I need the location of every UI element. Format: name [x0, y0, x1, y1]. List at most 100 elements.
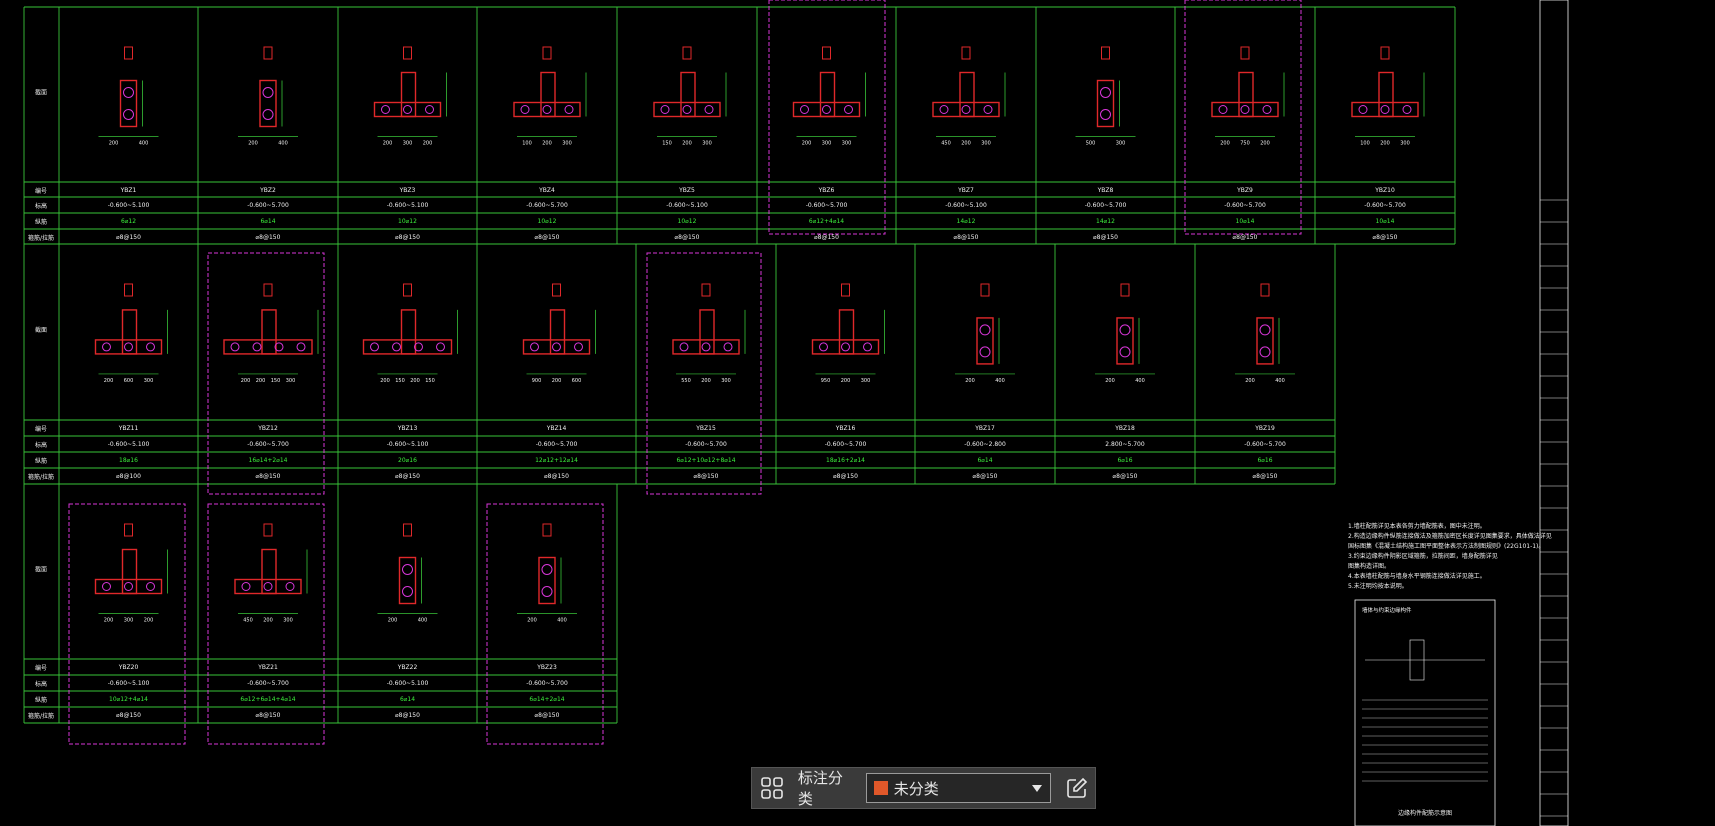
dimension-value: 300	[842, 141, 852, 147]
highlight-boundary	[207, 503, 325, 745]
wall-column-stirrup: ⌀8@150	[1113, 473, 1138, 480]
flange-outline	[234, 578, 302, 595]
marker-tag	[263, 283, 273, 297]
wall-column-number: YBZ20	[118, 664, 139, 671]
dimension-value: 300	[562, 141, 572, 147]
marker-tag	[961, 46, 971, 60]
dimension-value: 200	[802, 141, 812, 147]
rebar-ring	[124, 342, 133, 352]
section-sketch	[362, 283, 453, 355]
wall-column-number: YBZ6	[818, 187, 835, 194]
dimension-value: 200	[841, 378, 851, 384]
rebar-ring	[983, 105, 993, 114]
wall-column-rebar: 6⌀12+10⌀12+8⌀14	[676, 457, 735, 464]
wall-column-number: YBZ12	[257, 425, 278, 432]
dimension-value: 100	[1360, 141, 1370, 147]
marker-tag	[552, 283, 561, 297]
dimension-value: 300	[861, 378, 871, 384]
marker-tag	[263, 523, 273, 537]
row-label-longitudinal: 纵筋	[35, 218, 47, 226]
rebar-ring	[102, 582, 111, 591]
dimension-value: 200	[380, 378, 390, 384]
dimension-value: 200	[961, 141, 971, 147]
wall-column-stirrup: ⌀8@150	[694, 473, 719, 480]
rebar-ring	[262, 109, 274, 120]
dimension-value: 300	[1116, 141, 1126, 147]
marker-tag	[124, 523, 133, 537]
dimension-value: 200	[241, 378, 251, 384]
detail-frame	[1354, 599, 1496, 826]
section-sketch	[513, 46, 581, 118]
row-label-stirrup: 箍筋/拉筋	[28, 473, 54, 481]
dimension-value: 200	[104, 378, 114, 384]
dimension-value: 200	[1380, 141, 1390, 147]
dimension-value: 900	[532, 378, 542, 384]
dimension-value: 200	[701, 378, 711, 384]
wall-column-elevation: -0.600~5.700	[1224, 202, 1266, 209]
dimension-value: 200	[965, 378, 975, 384]
rebar-ring	[263, 582, 273, 591]
cad-drawing-canvas[interactable]: 截面编号标高纵筋箍筋/拉筋YBZ1-0.600~5.1006⌀12⌀8@1502…	[0, 0, 1715, 826]
row-label-number: 编号	[35, 187, 47, 195]
marker-tag	[1260, 283, 1270, 297]
wall-column-number: YBZ17	[974, 425, 995, 432]
dimension-value: 200	[263, 618, 273, 624]
edit-icon[interactable]	[1059, 770, 1095, 806]
wall-column-number: YBZ5	[678, 187, 695, 194]
section-sketch	[94, 283, 163, 355]
dimension-value: 200	[388, 618, 398, 624]
dimension-value: 150	[662, 141, 672, 147]
dimension-value: 300	[702, 141, 712, 147]
dimension-value: 400	[995, 378, 1005, 384]
marker-tag	[403, 523, 412, 537]
section-sketch	[1096, 46, 1115, 128]
wall-column-stirrup: ⌀8@150	[833, 473, 858, 480]
dimension-value: 300	[403, 141, 413, 147]
wall-column-rebar: 10⌀12	[538, 218, 557, 225]
rebar-ring	[541, 586, 553, 597]
row-label-elevation: 标高	[35, 441, 47, 449]
section-sketch	[398, 523, 417, 605]
dimension-value: 300	[981, 141, 991, 147]
dimension-value: 300	[124, 618, 134, 624]
wall-column-elevation: -0.600~5.100	[108, 680, 150, 687]
wall-column-stirrup: ⌀8@150	[256, 712, 281, 719]
section-sketch	[653, 46, 721, 118]
rebar-ring	[285, 582, 295, 591]
rebar-ring	[436, 342, 445, 352]
marker-tag	[124, 283, 133, 297]
rebar-ring	[979, 324, 991, 336]
dimension-value: 150	[395, 378, 405, 384]
marker-tag	[980, 283, 990, 297]
wall-column-number: YBZ15	[695, 425, 716, 432]
row-label-elevation: 标高	[35, 202, 47, 210]
dimension-value: 600	[124, 378, 134, 384]
wall-column-stirrup: ⌀8@150	[395, 712, 420, 719]
marker-tag	[542, 46, 552, 60]
rebar-ring	[296, 342, 306, 352]
wall-column-stirrup: ⌀8@150	[116, 234, 141, 241]
rebar-ring	[979, 346, 991, 358]
annotation-category-select[interactable]: 未分类	[865, 773, 1052, 803]
wall-column-elevation: -0.600~5.700	[1244, 441, 1286, 448]
column-outline	[261, 309, 277, 355]
wall-column-stirrup: ⌀8@150	[256, 234, 281, 241]
dimension-value: 200	[1220, 141, 1230, 147]
dimension-value: 950	[821, 378, 831, 384]
wall-column-elevation: -0.600~5.100	[945, 202, 987, 209]
rebar-ring	[425, 105, 434, 114]
rebar-ring	[701, 342, 711, 352]
rebar-ring	[800, 105, 809, 114]
category-color-swatch	[873, 781, 888, 795]
rebar-ring	[146, 342, 155, 352]
wall-column-elevation: -0.600~5.100	[108, 202, 150, 209]
wall-column-rebar: 10⌀14	[1376, 218, 1395, 225]
rebar-ring	[520, 105, 530, 114]
wall-column-rebar: 6⌀14	[977, 457, 992, 464]
grid-menu-icon[interactable]	[752, 768, 792, 808]
wall-column-rebar: 14⌀12	[957, 218, 976, 225]
dimension-value: 550	[681, 378, 691, 384]
rebar-ring	[370, 342, 379, 352]
rebar-ring	[704, 105, 714, 114]
dimension-value: 200	[410, 378, 420, 384]
